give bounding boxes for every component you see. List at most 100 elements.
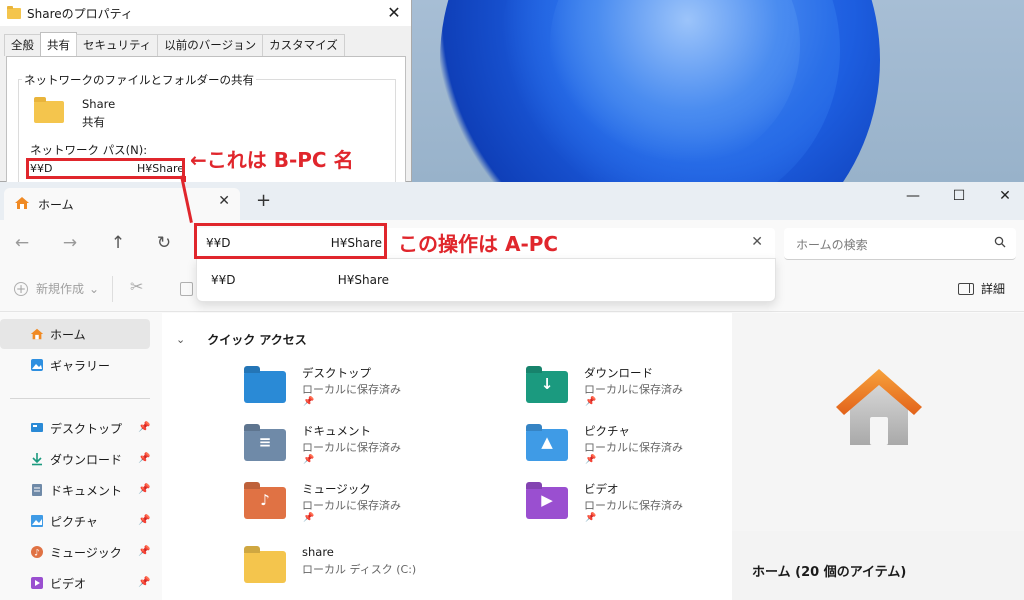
search-box[interactable]: ホームの検索 <box>784 228 1016 260</box>
item-status: ローカルに保存済み <box>584 383 683 396</box>
maximize-button[interactable]: ☐ <box>944 184 974 208</box>
new-tab-button[interactable]: + <box>256 190 271 211</box>
refresh-button[interactable]: ↻ <box>152 232 176 254</box>
search-icon <box>994 236 1006 248</box>
svg-text:♪: ♪ <box>34 549 40 559</box>
pin-icon[interactable]: 📌 <box>138 546 150 557</box>
gallery-icon <box>31 359 43 371</box>
sidebar-item-videos[interactable]: ビデオ 📌 <box>0 568 150 598</box>
quick-access-header[interactable]: ⌄ クイック アクセス <box>176 331 307 348</box>
item-name: ダウンロード <box>584 366 653 380</box>
sidebar-item-pictures[interactable]: ピクチャ 📌 <box>0 506 150 536</box>
home-large-icon <box>836 369 922 445</box>
quick-access-item[interactable]: share ローカル ディスク (C:) <box>244 545 504 600</box>
tab-previous-versions[interactable]: 以前のバージョン <box>157 34 264 56</box>
dialog-close-button[interactable]: ✕ <box>383 2 405 24</box>
pin-icon: 📌 <box>585 397 597 407</box>
network-path-highlight <box>26 158 185 179</box>
sidebar-item-label: ホーム <box>50 327 86 342</box>
suggestion-end: H¥Share <box>337 273 389 287</box>
tab-general[interactable]: 全般 <box>4 34 41 56</box>
item-name: ミュージック <box>302 482 371 496</box>
network-path-label: ネットワーク パス(N): <box>30 143 148 157</box>
item-name: デスクトップ <box>302 366 371 380</box>
pin-icon: 📌 <box>585 513 597 523</box>
chevron-down-icon: ⌄ <box>176 333 186 346</box>
item-status: ローカル ディスク (C:) <box>302 563 417 576</box>
item-status: ローカルに保存済み <box>302 441 401 454</box>
close-window-button[interactable]: ✕ <box>990 184 1020 208</box>
details-label: 詳細 <box>981 282 1006 296</box>
sidebar-item-music[interactable]: ♪ ミュージック 📌 <box>0 537 150 567</box>
picture-folder-icon: ▲ <box>526 429 568 461</box>
item-status: ローカルに保存済み <box>302 383 401 396</box>
quick-access-item[interactable]: ≡ ドキュメント ローカルに保存済み 📌 <box>244 423 504 479</box>
detail-preview <box>732 313 1024 531</box>
sidebar-item-label: ギャラリー <box>50 358 111 373</box>
navigation-pane: ホーム ギャラリー デスクトップ 📌 ダウンロード 📌 ドキュメント 📌 ピクチ… <box>0 313 162 600</box>
download-icon <box>32 453 42 466</box>
sidebar-item-documents[interactable]: ドキュメント 📌 <box>0 475 150 505</box>
home-icon <box>30 328 44 340</box>
document-icon <box>32 484 42 496</box>
sidebar-item-desktop[interactable]: デスクトップ 📌 <box>0 413 150 443</box>
address-suggestions: ¥¥D H¥Share <box>196 258 776 302</box>
pin-icon[interactable]: 📌 <box>138 453 150 464</box>
item-status: ローカルに保存済み <box>302 499 401 512</box>
toolbar-divider <box>112 276 113 302</box>
sidebar-item-home[interactable]: ホーム <box>0 319 150 349</box>
folder-icon <box>7 5 21 19</box>
minimize-button[interactable]: — <box>898 184 928 208</box>
clear-address-icon[interactable]: ✕ <box>751 234 763 250</box>
item-name: ドキュメント <box>302 424 371 438</box>
pin-icon: 📌 <box>585 455 597 465</box>
pin-icon[interactable]: 📌 <box>138 484 150 495</box>
forward-button[interactable]: → <box>58 232 82 254</box>
tab-security[interactable]: セキュリティ <box>76 34 159 56</box>
pin-icon: 📌 <box>303 455 315 465</box>
close-tab-icon[interactable]: ✕ <box>218 193 230 209</box>
tab-customize[interactable]: カスタマイズ <box>262 34 345 56</box>
details-pane: ホーム (20 個のアイテム) <box>732 313 1024 600</box>
new-button[interactable]: + 新規作成 ⌄ <box>14 280 99 297</box>
search-input[interactable]: ホームの検索 <box>796 236 868 253</box>
sidebar-item-label: デスクトップ <box>50 421 123 436</box>
item-status: ローカルに保存済み <box>584 499 683 512</box>
pin-icon: 📌 <box>303 397 315 407</box>
annotation-a-pc: この操作は A-PC <box>398 232 559 256</box>
pin-icon[interactable]: 📌 <box>138 422 150 433</box>
sidebar-item-label: ドキュメント <box>50 483 123 498</box>
sidebar-item-gallery[interactable]: ギャラリー <box>0 350 150 380</box>
folder-glyph: ▲ <box>541 433 553 451</box>
chevron-down-icon: ⌄ <box>89 281 100 296</box>
sidebar-item-downloads[interactable]: ダウンロード 📌 <box>0 444 150 474</box>
share-state: 共有 <box>82 115 105 129</box>
quick-access-item[interactable]: ♪ ミュージックローカルに保存済み 📌 <box>244 481 504 537</box>
sidebar-item-label: ダウンロード <box>50 452 123 467</box>
sidebar-divider <box>10 398 150 399</box>
pin-icon[interactable]: 📌 <box>138 515 150 526</box>
dialog-titlebar: Shareのプロパティ <box>0 0 411 26</box>
share-folder-icon <box>34 97 64 123</box>
group-label: ネットワークのファイルとフォルダーの共有 <box>22 72 256 88</box>
share-folder-icon <box>244 551 286 583</box>
up-button[interactable]: ↑ <box>106 232 130 254</box>
tab-label: ホーム <box>38 198 74 212</box>
tab-home[interactable]: ホーム ✕ <box>4 188 240 220</box>
back-button[interactable]: ← <box>10 232 34 254</box>
download-folder-icon: ↓ <box>526 371 568 403</box>
new-button-label: 新規作成 <box>36 282 85 296</box>
quick-access-item[interactable]: デスクトップローカルに保存済み 📌 <box>244 365 504 421</box>
tab-sharing[interactable]: 共有 <box>40 32 77 56</box>
quick-access-title: クイック アクセス <box>207 333 307 347</box>
item-name: share <box>302 545 334 559</box>
pin-icon[interactable]: 📌 <box>138 577 150 588</box>
music-folder-icon: ♪ <box>244 487 286 519</box>
pin-icon: 📌 <box>303 513 315 523</box>
details-button[interactable]: 詳細 <box>958 280 1005 297</box>
copy-icon[interactable] <box>180 282 193 296</box>
cut-icon[interactable]: ✂ <box>130 277 143 296</box>
content-area: ⌄ クイック アクセス デスクトップ ローカルに保存済み 📌 ↓ ダウンロード ローカルに… <box>162 313 732 600</box>
suggestion-start: ¥¥D <box>211 273 236 287</box>
suggestion-item[interactable]: ¥¥D H¥Share <box>211 273 389 287</box>
